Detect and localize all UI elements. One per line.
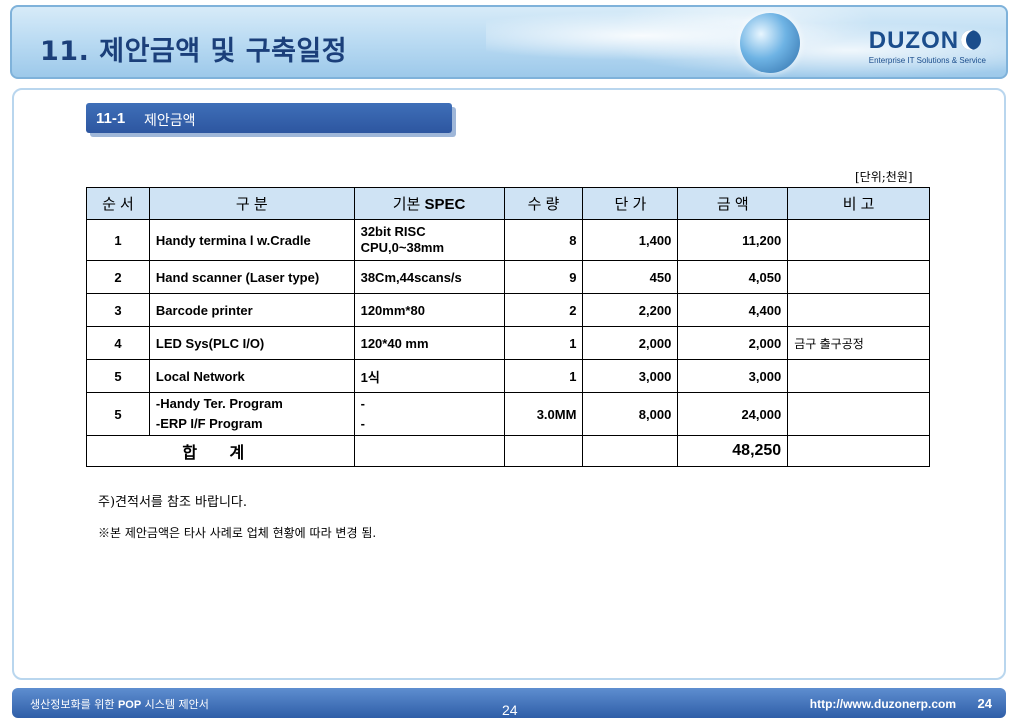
cell-amount: 11,200 bbox=[677, 219, 789, 261]
proposal-cost-table: 순 서 구 분 기본 SPEC 수 량 단 가 금 액 비 고 1 Handy … bbox=[86, 187, 930, 467]
footer-bar: 생산정보화를 위한 POP 시스템 제안서 24 http://www.duzo… bbox=[12, 688, 1006, 718]
col-header-price: 단 가 bbox=[582, 187, 679, 220]
company-logo: DUZON Enterprise IT Solutions & Service bbox=[869, 27, 986, 65]
cell-item-line: -ERP I/F Program bbox=[155, 416, 263, 431]
cell-amount: 3,000 bbox=[677, 359, 789, 393]
footer-center-page-number: 24 bbox=[502, 702, 518, 718]
col-header-no: 순 서 bbox=[86, 187, 150, 220]
logo-d-icon bbox=[961, 30, 982, 50]
section-heading: 11-1 제안금액 bbox=[86, 103, 452, 133]
footer-document-title: 생산정보화를 위한 POP 시스템 제안서 bbox=[30, 696, 209, 712]
total-amount: 48,250 bbox=[677, 435, 789, 467]
cell-qty: 8 bbox=[503, 219, 584, 261]
cell-spec-line: 32bit RISC bbox=[360, 224, 426, 239]
cell-qty: 1 bbox=[503, 326, 584, 360]
total-empty-cell bbox=[353, 435, 505, 467]
logo-tagline: Enterprise IT Solutions & Service bbox=[868, 56, 986, 65]
total-empty-cell bbox=[503, 435, 584, 467]
footer-title-prefix: 생산정보화를 위한 bbox=[30, 698, 118, 711]
cell-no: 5 bbox=[86, 359, 150, 393]
cell-spec: - - bbox=[353, 392, 505, 436]
col-header-amount: 금 액 bbox=[677, 187, 789, 220]
cell-item: LED Sys(PLC I/O) bbox=[148, 326, 355, 360]
cell-remark bbox=[787, 219, 930, 261]
cell-item: Hand scanner (Laser type) bbox=[148, 260, 355, 294]
cell-price: 450 bbox=[582, 260, 679, 294]
cell-item-line: -Handy Ter. Program bbox=[155, 396, 283, 411]
footer-title-suffix: 시스템 제안서 bbox=[141, 698, 209, 711]
cell-no: 2 bbox=[86, 260, 150, 294]
globe-icon bbox=[740, 13, 800, 73]
table-row: 3 Barcode printer 120mm*80 2 2,200 4,400 bbox=[86, 293, 930, 327]
footer-title-bold: POP bbox=[117, 699, 142, 711]
cell-remark: 금구 출구공정 bbox=[787, 326, 930, 360]
cell-item: Barcode printer bbox=[148, 293, 355, 327]
cell-spec-line: - bbox=[360, 416, 365, 431]
unit-label: [단위;천원] bbox=[855, 170, 913, 184]
col-header-spec-prefix: 기본 bbox=[392, 196, 421, 213]
cell-amount: 4,050 bbox=[677, 260, 789, 294]
cell-no: 1 bbox=[86, 219, 150, 261]
cell-qty: 9 bbox=[503, 260, 584, 294]
cell-qty: 3.0MM bbox=[503, 392, 584, 436]
page-title: 11. 제안금액 및 구축일정 bbox=[40, 36, 348, 67]
cell-amount: 2,000 bbox=[677, 326, 789, 360]
header-banner: 11. 제안금액 및 구축일정 DUZON Enterprise IT Solu… bbox=[10, 5, 1008, 79]
col-header-remark: 비 고 bbox=[787, 187, 930, 220]
cell-no: 4 bbox=[86, 326, 150, 360]
cell-amount: 4,400 bbox=[677, 293, 789, 327]
cell-price: 2,000 bbox=[582, 326, 679, 360]
col-header-qty: 수 량 bbox=[503, 187, 584, 220]
cell-item: Local Network bbox=[148, 359, 355, 393]
cell-item: -Handy Ter. Program -ERP I/F Program bbox=[148, 392, 355, 436]
total-row: 합 계 48,250 bbox=[86, 435, 930, 467]
table-header-row: 순 서 구 분 기본 SPEC 수 량 단 가 금 액 비 고 bbox=[86, 187, 930, 220]
cell-price: 1,400 bbox=[582, 219, 679, 261]
cell-item: Handy termina l w.Cradle bbox=[148, 219, 355, 261]
cell-amount: 24,000 bbox=[677, 392, 789, 436]
cell-remark bbox=[787, 359, 930, 393]
cell-spec: 38Cm,44scans/s bbox=[353, 260, 505, 294]
table-row: 4 LED Sys(PLC I/O) 120*40 mm 1 2,000 2,0… bbox=[86, 326, 930, 360]
col-header-spec-bold: SPEC bbox=[424, 196, 466, 213]
footer-page-number: 24 bbox=[977, 696, 992, 711]
disclaimer-note: ※본 제안금액은 타사 사례로 업체 현황에 따라 변경 됨. bbox=[98, 526, 377, 540]
cell-spec: 32bit RISC CPU,0~38mm bbox=[353, 219, 505, 261]
cell-spec: 1식 bbox=[353, 359, 505, 393]
table-row: 5 -Handy Ter. Program -ERP I/F Program -… bbox=[86, 392, 930, 436]
footer-url-link[interactable]: http://www.duzonerp.com bbox=[810, 697, 956, 711]
table-row: 1 Handy termina l w.Cradle 32bit RISC CP… bbox=[86, 219, 930, 261]
cell-remark bbox=[787, 293, 930, 327]
cell-price: 3,000 bbox=[582, 359, 679, 393]
total-label: 합 계 bbox=[86, 435, 355, 467]
col-header-spec: 기본 SPEC bbox=[353, 187, 505, 220]
section-number: 11-1 bbox=[96, 110, 126, 127]
cell-remark bbox=[787, 392, 930, 436]
cell-price: 8,000 bbox=[582, 392, 679, 436]
col-header-item: 구 분 bbox=[148, 187, 355, 220]
cell-spec-line: - bbox=[360, 396, 365, 411]
cell-no: 3 bbox=[86, 293, 150, 327]
cell-spec: 120mm*80 bbox=[353, 293, 505, 327]
table-row: 2 Hand scanner (Laser type) 38Cm,44scans… bbox=[86, 260, 930, 294]
cell-no: 5 bbox=[86, 392, 150, 436]
total-empty-cell bbox=[582, 435, 679, 467]
table-row: 5 Local Network 1식 1 3,000 3,000 bbox=[86, 359, 930, 393]
logo-wordmark: DUZON bbox=[868, 27, 960, 54]
reference-note: 주)견적서를 참조 바랍니다. bbox=[98, 495, 248, 510]
cell-spec-line: CPU,0~38mm bbox=[360, 240, 445, 255]
cell-price: 2,200 bbox=[582, 293, 679, 327]
section-title: 제안금액 bbox=[144, 113, 196, 129]
cell-qty: 2 bbox=[503, 293, 584, 327]
cell-spec: 120*40 mm bbox=[353, 326, 505, 360]
total-empty-cell bbox=[787, 435, 930, 467]
cell-remark bbox=[787, 260, 930, 294]
cell-qty: 1 bbox=[503, 359, 584, 393]
